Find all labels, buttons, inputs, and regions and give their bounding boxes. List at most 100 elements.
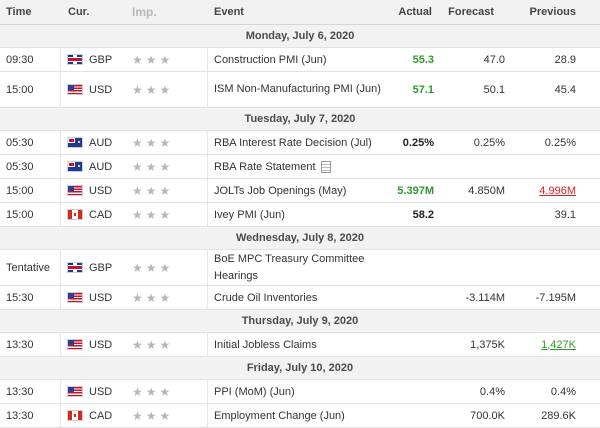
event-row[interactable]: Tentative GBP ★ ★ ★ BoE MPC Treasury Committe… xyxy=(0,250,600,286)
importance-stars: ★ ★ ★ xyxy=(132,338,170,352)
event-name[interactable]: Initial Jobless Claims xyxy=(214,339,317,351)
actual-value: 5.397M xyxy=(397,184,434,197)
event-row[interactable]: 05:30 AUD ★ ★ ★ RBA Rate Statement xyxy=(0,155,600,179)
event-name[interactable]: RBA Interest Rate Decision (Jul) xyxy=(214,137,372,149)
column-divider xyxy=(60,203,61,226)
event-name-cell: PPI (MoM) (Jun) xyxy=(214,386,295,398)
star-icon: ★ xyxy=(145,52,157,67)
event-row[interactable]: 09:30 GBP ★ ★ ★ Construction PMI (Jun) 55.3 47.… xyxy=(0,48,600,72)
importance-stars: ★ ★ ★ xyxy=(132,83,170,97)
star-icon: ★ xyxy=(145,337,157,352)
column-divider xyxy=(60,48,61,71)
star-icon: ★ xyxy=(145,408,157,423)
importance-stars: ★ ★ ★ xyxy=(132,261,170,275)
day-label: Monday, July 6, 2020 xyxy=(245,30,355,42)
currency-code: USD xyxy=(89,385,113,398)
previous-value: 39.1 xyxy=(554,208,576,221)
star-icon: ★ xyxy=(132,183,143,198)
forecast-value: 4.850M xyxy=(468,184,505,197)
event-time: 05:30 xyxy=(6,160,34,173)
event-row[interactable]: 13:30 USD ★ ★ ★ PPI (MoM) (Jun) 0.4% 0.4% xyxy=(0,380,600,404)
day-header-row: Friday, July 10, 2020 xyxy=(0,357,600,380)
star-icon: ★ xyxy=(159,135,171,150)
event-name[interactable]: Ivey PMI (Jun) xyxy=(214,209,285,221)
australia-flag-icon xyxy=(68,138,82,147)
header-actual[interactable]: Actual xyxy=(398,6,432,18)
actual-value: 57.1 xyxy=(412,83,434,96)
australia-flag-icon xyxy=(68,162,82,171)
star-icon: ★ xyxy=(132,384,143,399)
header-currency[interactable]: Cur. xyxy=(68,6,89,18)
star-icon: ★ xyxy=(159,159,171,174)
event-currency: USD xyxy=(68,339,112,351)
column-divider xyxy=(60,380,61,403)
star-icon: ★ xyxy=(159,207,171,222)
star-icon: ★ xyxy=(145,207,157,222)
forecast-value: 1,375K xyxy=(470,338,505,351)
column-divider xyxy=(60,72,61,107)
column-divider xyxy=(60,131,61,154)
us-flag-icon xyxy=(68,186,82,195)
column-divider xyxy=(207,333,208,356)
forecast-value: 47.0 xyxy=(483,53,505,66)
event-row[interactable]: 13:30 CAD ★ ★ ★ Employment Change (Jun) 700.0K… xyxy=(0,404,600,428)
header-time[interactable]: Time xyxy=(6,6,31,18)
column-divider xyxy=(60,155,61,178)
importance-stars: ★ ★ ★ xyxy=(132,385,170,399)
us-flag-icon xyxy=(68,85,82,94)
header-importance[interactable]: Imp. xyxy=(132,5,157,19)
event-row[interactable]: 15:00 CAD ★ ★ ★ Ivey PMI (Jun) 58.2 39.1 xyxy=(0,203,600,227)
event-name[interactable]: JOLTs Job Openings (May) xyxy=(214,185,346,197)
event-name-cell: JOLTs Job Openings (May) xyxy=(214,185,346,197)
event-currency: USD xyxy=(68,292,112,304)
event-name[interactable]: Employment Change (Jun) xyxy=(214,410,345,422)
event-name[interactable]: RBA Rate Statement xyxy=(214,161,316,173)
day-label: Thursday, July 9, 2020 xyxy=(241,315,359,327)
currency-code: GBP xyxy=(89,53,113,66)
event-name[interactable]: ISM Non-Manufacturing PMI (Jun) xyxy=(214,81,381,98)
star-icon: ★ xyxy=(132,290,143,305)
header-forecast[interactable]: Forecast xyxy=(448,6,494,18)
event-name[interactable]: Construction PMI (Jun) xyxy=(214,54,326,66)
event-row[interactable]: 15:00 USD ★ ★ ★ JOLTs Job Openings (May) 5.397… xyxy=(0,179,600,203)
star-icon: ★ xyxy=(132,159,143,174)
event-name[interactable]: BoE MPC Treasury Committee Hearings xyxy=(214,251,389,285)
star-icon: ★ xyxy=(159,337,171,352)
star-icon: ★ xyxy=(145,82,157,97)
importance-stars: ★ ★ ★ xyxy=(132,160,170,174)
column-divider xyxy=(207,48,208,71)
column-divider xyxy=(60,286,61,309)
forecast-value: 50.1 xyxy=(483,83,505,96)
header-previous[interactable]: Previous xyxy=(530,6,576,18)
previous-value: 28.9 xyxy=(554,53,576,66)
event-row[interactable]: 15:00 USD ★ ★ ★ ISM Non-Manufacturing PMI (Ju… xyxy=(0,72,600,108)
us-flag-icon xyxy=(68,340,82,349)
star-icon: ★ xyxy=(132,408,143,423)
star-icon: ★ xyxy=(159,82,171,97)
event-row[interactable]: 05:30 AUD ★ ★ ★ RBA Interest Rate Decision (J… xyxy=(0,131,600,155)
document-icon[interactable] xyxy=(320,160,331,173)
star-icon: ★ xyxy=(159,290,171,305)
event-row[interactable]: 13:30 USD ★ ★ ★ Initial Jobless Claims 1,375K 1… xyxy=(0,333,600,357)
column-divider xyxy=(60,179,61,202)
event-time: 09:30 xyxy=(6,53,34,66)
day-label: Tuesday, July 7, 2020 xyxy=(244,113,356,125)
event-row[interactable]: 15:30 USD ★ ★ ★ Crude Oil Inventories -3.114M -… xyxy=(0,286,600,310)
currency-code: CAD xyxy=(89,409,113,422)
event-time: 13:30 xyxy=(6,338,34,351)
column-divider xyxy=(207,404,208,427)
event-name-cell: ISM Non-Manufacturing PMI (Jun) xyxy=(214,81,389,98)
event-name[interactable]: Crude Oil Inventories xyxy=(214,292,317,304)
header-event[interactable]: Event xyxy=(214,6,244,18)
importance-stars: ★ ★ ★ xyxy=(132,184,170,198)
actual-value: 55.3 xyxy=(412,53,434,66)
importance-stars: ★ ★ ★ xyxy=(132,208,170,222)
previous-value: -7.195M xyxy=(535,291,576,304)
column-divider xyxy=(207,286,208,309)
event-name[interactable]: PPI (MoM) (Jun) xyxy=(214,386,295,398)
forecast-value: 0.4% xyxy=(479,385,505,398)
currency-code: CAD xyxy=(89,208,113,221)
actual-value: 0.25% xyxy=(402,136,434,149)
importance-stars: ★ ★ ★ xyxy=(132,291,170,305)
currency-code: USD xyxy=(89,338,113,351)
